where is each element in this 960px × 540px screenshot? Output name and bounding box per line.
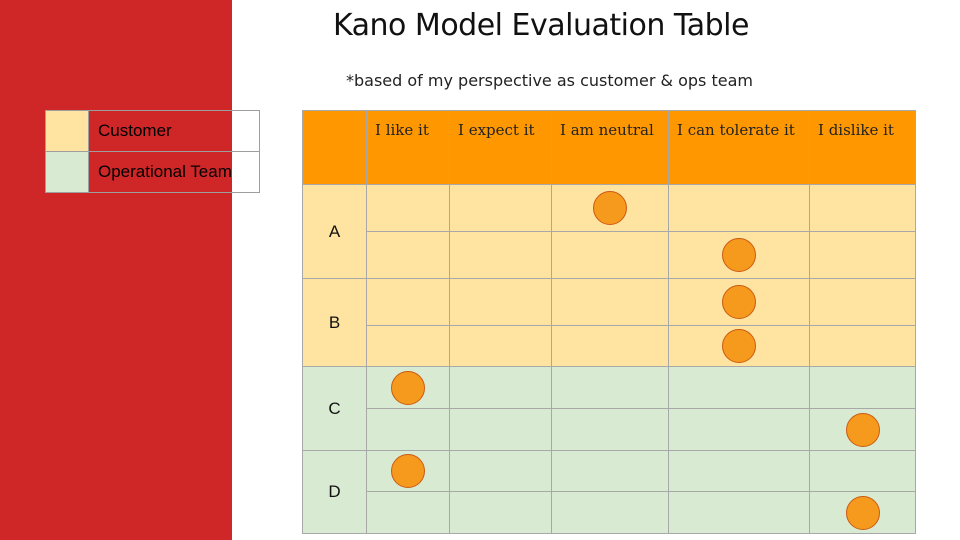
table-cell [449,450,552,492]
table-cell [366,366,450,409]
selection-dot [845,412,880,447]
table-cell [668,408,810,451]
header-corner [302,110,367,185]
legend-table: Customer Operational Team [45,110,260,193]
table-cell [551,408,669,451]
selection-dot [722,285,756,319]
table-row: D [302,450,916,534]
header-expect: I expect it [449,110,552,185]
selection-dot [391,370,425,405]
header-neutral: I am neutral [551,110,669,185]
legend-row-customer: Customer [45,110,260,152]
table-cell [366,325,450,367]
table-row: B [302,278,916,367]
row-label-c: C [302,366,367,451]
table-cell [668,366,810,409]
table-cell [366,408,450,451]
table-cell [809,278,916,326]
table-cell [809,408,916,451]
table-cell [668,231,810,279]
slide-title: Kano Model Evaluation Table [333,8,749,43]
table-cell [449,278,552,326]
table-cell [668,184,810,232]
table-cell [551,278,669,326]
slide-subtitle: *based of my perspective as customer & o… [346,71,753,90]
table-cell [809,231,916,279]
table-row [302,491,916,534]
legend-label-customer: Customer [88,110,260,152]
selection-dot [391,454,425,488]
row-label-d: D [302,450,367,534]
table-row: C [302,366,916,451]
table-cell [668,491,810,534]
table-cell [668,325,810,367]
table-cell [449,184,552,232]
table-cell [809,450,916,492]
table-cell [551,450,669,492]
table-cell [551,491,669,534]
table-cell [551,366,669,409]
table-cell [809,325,916,367]
table-cell [366,184,450,232]
legend-label-operational-team: Operational Team [88,151,260,193]
legend-row-operational-team: Operational Team [45,151,260,193]
selection-dot [722,329,756,363]
table-cell [809,491,916,534]
table-row [302,408,916,451]
table-cell [366,231,450,279]
table-cell [449,231,552,279]
table-cell [366,491,450,534]
red-sidebar [0,0,232,540]
header-tolerate: I can tolerate it [668,110,810,185]
row-label-a: A [302,184,367,279]
table-cell [668,278,810,326]
table-cell [809,366,916,409]
table-cell [449,325,552,367]
table-cell [551,184,669,232]
table-cell [449,491,552,534]
header-row: I like it I expect it I am neutral I can… [302,110,916,185]
selection-dot [845,495,880,530]
header-like: I like it [366,110,450,185]
table-row [302,231,916,279]
table-cell [449,366,552,409]
operational-team-swatch [45,151,89,193]
table-cell [366,450,450,492]
table-cell [551,231,669,279]
customer-swatch [45,110,89,152]
kano-evaluation-table: I like it I expect it I am neutral I can… [302,110,916,534]
table-cell [366,278,450,326]
header-dislike: I dislike it [809,110,916,185]
table-cell [551,325,669,367]
selection-dot [722,238,756,272]
selection-dot [593,191,627,225]
table-cell [668,450,810,492]
row-label-b: B [302,278,367,367]
table-cell [809,184,916,232]
table-row [302,325,916,367]
table-cell [449,408,552,451]
table-row: A [302,184,916,279]
